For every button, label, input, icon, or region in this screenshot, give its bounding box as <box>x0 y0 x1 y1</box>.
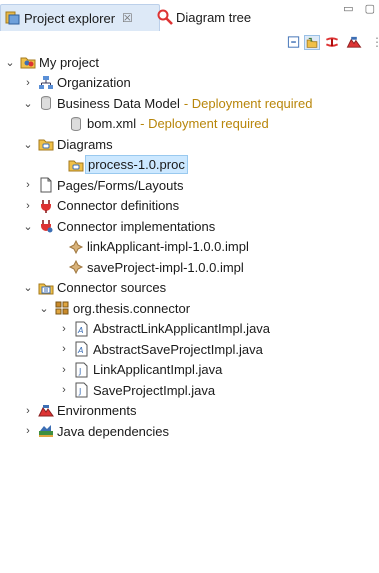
java-file-icon: J <box>75 382 88 398</box>
impl-file-icon <box>68 260 84 275</box>
impl-file-icon <box>68 239 84 254</box>
java-file-icon: J <box>75 362 88 378</box>
svg-text:A: A <box>77 346 83 355</box>
tree-item-link-applicant-impl[interactable]: linkApplicant-impl-1.0.0.impl <box>0 237 379 258</box>
chevron-right-icon[interactable]: › <box>22 199 34 213</box>
chevron-right-icon[interactable]: › <box>58 342 70 356</box>
library-icon <box>39 425 53 438</box>
tree-item-label: saveProject-impl-1.0.0.impl <box>87 259 244 275</box>
diagram-folder-icon <box>38 139 54 151</box>
tree-item-java-file[interactable]: › A AbstractSaveProjectImpl.java <box>0 339 379 360</box>
tree-item-process-proc[interactable]: process-1.0.proc <box>0 155 379 176</box>
chevron-right-icon[interactable]: › <box>22 178 34 192</box>
process-diagram-icon <box>68 160 84 172</box>
chevron-right-icon[interactable]: › <box>22 76 34 90</box>
tree-item-label: Organization <box>57 75 131 91</box>
database-icon <box>41 96 51 111</box>
tree-item-java-file[interactable]: › J LinkApplicantImpl.java <box>0 360 379 381</box>
svg-text:J: J <box>78 387 81 396</box>
tree-item-label: My project <box>39 54 99 70</box>
tab-diagram-tree-label: Diagram tree <box>176 9 252 25</box>
tree-item-label: Diagrams <box>57 136 113 152</box>
chevron-down-icon[interactable]: ⌄ <box>22 96 34 110</box>
chevron-down-icon[interactable]: ⌄ <box>38 301 50 315</box>
svg-text:J: J <box>78 367 81 376</box>
svg-text:A: A <box>77 326 83 335</box>
tree-item-organization[interactable]: › Organization <box>0 73 379 94</box>
tree-item-package[interactable]: ⌄ org.thesis.connector <box>0 298 379 319</box>
tree-item-label: Connector sources <box>57 280 167 296</box>
chevron-down-icon[interactable]: ⌄ <box>22 219 34 233</box>
tree-item-my-project[interactable]: ⌄ My project <box>0 52 379 73</box>
project-tree: ⌄ My project › Organization ⌄ Business D… <box>0 52 379 442</box>
environment-icon <box>38 404 54 417</box>
organization-icon <box>39 75 53 89</box>
minimize-maximize-icon[interactable]: ▭ ▢ <box>343 2 379 15</box>
view-tab-bar: Project explorer ☒ Diagram tree ▭ ▢ <box>0 0 379 32</box>
tab-project-explorer[interactable]: Project explorer ☒ <box>0 4 160 31</box>
tree-item-bom-xml[interactable]: bom.xml - Deployment required <box>0 114 379 135</box>
tree-item-java-file[interactable]: › J SaveProjectImpl.java <box>0 380 379 401</box>
tree-item-diagrams[interactable]: ⌄ Diagrams <box>0 134 379 155</box>
connector-definition-icon <box>41 199 51 213</box>
tab-diagram-tree[interactable]: Diagram tree <box>157 4 251 30</box>
tree-item-java-file[interactable]: › A AbstractLinkApplicantImpl.java <box>0 319 379 340</box>
tree-item-connector-implementations[interactable]: ⌄ Connector implementations <box>0 216 379 237</box>
chevron-right-icon[interactable]: › <box>22 424 34 438</box>
chevron-right-icon[interactable]: › <box>58 383 70 397</box>
chevron-right-icon[interactable]: › <box>58 363 70 377</box>
connector-filter-icon[interactable] <box>324 35 340 50</box>
connector-implementation-icon <box>41 220 53 233</box>
page-icon <box>40 177 52 193</box>
link-with-editor-icon[interactable] <box>304 35 320 50</box>
tree-item-pages-forms-layouts[interactable]: › Pages/Forms/Layouts <box>0 175 379 196</box>
tree-item-label: SaveProjectImpl.java <box>93 382 216 398</box>
tree-item-label: org.thesis.connector <box>73 300 191 316</box>
tree-item-java-dependencies[interactable]: › Java dependencies <box>0 421 379 442</box>
chevron-down-icon[interactable]: ⌄ <box>22 137 34 151</box>
tree-item-save-project-impl[interactable]: saveProject-impl-1.0.0.impl <box>0 257 379 278</box>
source-folder-icon <box>38 283 54 295</box>
chevron-down-icon[interactable]: ⌄ <box>4 55 16 69</box>
tree-item-label: process-1.0.proc <box>85 155 188 175</box>
tree-item-label: AbstractSaveProjectImpl.java <box>93 341 263 357</box>
tree-item-connector-definitions[interactable]: › Connector definitions <box>0 196 379 217</box>
tree-item-label: Connector definitions <box>57 198 180 214</box>
project-explorer-icon <box>5 11 20 25</box>
tree-item-label: Business Data Model <box>57 95 180 111</box>
tree-item-label: bom.xml <box>87 116 137 132</box>
deployment-status: - Deployment required <box>140 116 269 132</box>
deployment-status: - Deployment required <box>183 95 313 111</box>
tree-item-label: Pages/Forms/Layouts <box>57 177 184 193</box>
chevron-right-icon[interactable]: › <box>22 404 34 418</box>
tree-item-label: Java dependencies <box>57 423 170 439</box>
abstract-java-file-icon: A <box>75 341 88 357</box>
tree-item-label: Environments <box>57 403 137 419</box>
package-icon <box>55 301 69 315</box>
view-toolbar: ⋮ <box>0 32 379 52</box>
tree-item-label: Connector implementations <box>57 218 216 234</box>
search-icon <box>157 9 173 25</box>
view-menu-icon[interactable]: ⋮ <box>371 35 379 49</box>
tree-item-business-data-model[interactable]: ⌄ Business Data Model - Deployment requi… <box>0 93 379 114</box>
environment-filter-icon[interactable] <box>346 35 362 50</box>
tree-item-environments[interactable]: › Environments <box>0 401 379 422</box>
tree-item-connector-sources[interactable]: ⌄ Connector sources <box>0 278 379 299</box>
collapse-all-icon[interactable] <box>286 35 302 50</box>
tab-close-icon[interactable]: ☒ <box>122 11 133 25</box>
tree-item-label: AbstractLinkApplicantImpl.java <box>93 321 271 337</box>
chevron-down-icon[interactable]: ⌄ <box>22 281 34 295</box>
tree-item-label: LinkApplicantImpl.java <box>93 362 223 378</box>
tree-item-label: linkApplicant-impl-1.0.0.impl <box>87 239 249 255</box>
project-icon <box>20 57 36 69</box>
tab-project-explorer-label: Project explorer <box>24 10 116 26</box>
database-icon <box>71 116 81 131</box>
chevron-right-icon[interactable]: › <box>58 322 70 336</box>
abstract-java-file-icon: A <box>75 321 88 337</box>
